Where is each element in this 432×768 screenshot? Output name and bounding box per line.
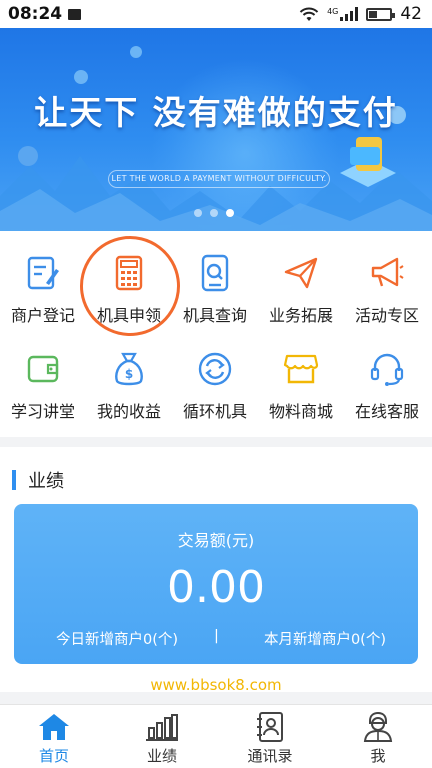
battery-icon bbox=[366, 7, 396, 21]
performance-section: 业绩 交易额(元) 0.00 今日新增商户0(个) | 本月新增商户0(个) bbox=[0, 447, 432, 692]
today-new-merchants: 今日新增商户0(个) bbox=[56, 632, 179, 648]
sd-card-icon bbox=[68, 8, 82, 20]
tab-home[interactable]: 首页 bbox=[0, 705, 108, 768]
menu-item-device-query[interactable]: 机具查询 bbox=[172, 253, 258, 326]
tab-label: 我 bbox=[370, 747, 386, 765]
register-icon bbox=[27, 256, 59, 290]
tab-label: 通讯录 bbox=[247, 747, 293, 765]
wallet-icon bbox=[27, 355, 59, 383]
menu-item-label: 机具查询 bbox=[182, 306, 247, 325]
banner-pagination bbox=[194, 209, 234, 217]
megaphone-icon bbox=[371, 257, 404, 287]
banner-subtitle: LET THE WORLD A PAYMENT WITHOUT DIFFICUL… bbox=[108, 170, 330, 188]
menu-item-label: 循环机具 bbox=[182, 402, 247, 421]
watermark: www.bbsok8.com bbox=[150, 676, 282, 694]
coin-decoration bbox=[130, 46, 142, 58]
menu-item-label: 物料商城 bbox=[268, 402, 333, 421]
section-header: 业绩 bbox=[12, 467, 64, 493]
headset-icon bbox=[370, 353, 404, 386]
menu-item-material-store[interactable]: 物料商城 bbox=[258, 349, 344, 422]
coin-decoration bbox=[74, 70, 88, 84]
menu-item-business-expand[interactable]: 业务拓展 bbox=[258, 253, 344, 326]
bottom-navigation: 首页 业绩 通讯录 我 bbox=[0, 704, 432, 768]
menu-item-label: 业务拓展 bbox=[268, 306, 333, 325]
cycle-icon bbox=[198, 352, 232, 386]
bar-chart-icon bbox=[146, 714, 178, 741]
coin-decoration bbox=[18, 146, 38, 166]
feature-menu: 商户登记 机具申领 机具查询 业务拓展 活动专区 学习讲堂 $ 我的收益 循环机… bbox=[0, 231, 432, 437]
stats-separator: | bbox=[214, 628, 219, 644]
money-bag-icon: $ bbox=[115, 352, 143, 386]
store-icon bbox=[283, 354, 319, 384]
section-title: 业绩 bbox=[28, 471, 64, 492]
tab-contacts[interactable]: 通讯录 bbox=[216, 705, 324, 768]
paper-plane-icon bbox=[284, 257, 318, 289]
battery-fill bbox=[369, 10, 378, 18]
network-type: 4G bbox=[327, 7, 339, 16]
home-icon bbox=[39, 714, 69, 740]
svg-text:$: $ bbox=[125, 367, 133, 381]
battery-percent: 42 bbox=[400, 4, 422, 24]
menu-item-label: 在线客服 bbox=[354, 402, 419, 421]
contacts-icon bbox=[257, 712, 283, 742]
transaction-card[interactable]: 交易额(元) 0.00 今日新增商户0(个) | 本月新增商户0(个) bbox=[14, 504, 418, 664]
menu-item-online-service[interactable]: 在线客服 bbox=[344, 349, 430, 422]
banner-title: 让天下 没有难做的支付 bbox=[34, 93, 398, 132]
pagination-dot[interactable] bbox=[210, 209, 218, 217]
menu-item-label: 我的收益 bbox=[96, 402, 161, 421]
tab-label: 首页 bbox=[38, 747, 69, 765]
signal-icon bbox=[340, 7, 359, 21]
menu-item-label: 商户登记 bbox=[10, 306, 75, 325]
menu-item-my-earnings[interactable]: $ 我的收益 bbox=[86, 349, 172, 422]
tab-label: 业绩 bbox=[146, 747, 177, 765]
user-icon bbox=[363, 711, 393, 742]
status-time: 08:24 bbox=[8, 4, 63, 24]
menu-item-label: 学习讲堂 bbox=[10, 402, 75, 421]
status-bar: 08:24 4G 42 bbox=[0, 0, 432, 28]
transaction-label: 交易额(元) bbox=[177, 531, 255, 550]
menu-item-activity-zone[interactable]: 活动专区 bbox=[344, 253, 430, 326]
pagination-dot-active[interactable] bbox=[226, 209, 234, 217]
menu-item-label: 活动专区 bbox=[354, 306, 419, 325]
menu-item-learning[interactable]: 学习讲堂 bbox=[0, 349, 86, 422]
promo-banner[interactable]: 让天下 没有难做的支付 LET THE WORLD A PAYMENT WITH… bbox=[0, 28, 432, 231]
wifi-icon bbox=[299, 7, 319, 21]
section-accent-bar bbox=[12, 470, 16, 490]
tab-me[interactable]: 我 bbox=[324, 705, 432, 768]
transaction-amount: 0.00 bbox=[167, 562, 265, 613]
tab-performance[interactable]: 业绩 bbox=[108, 705, 216, 768]
menu-item-merchant-register[interactable]: 商户登记 bbox=[0, 253, 86, 326]
menu-item-cycle-device[interactable]: 循环机具 bbox=[172, 349, 258, 422]
pagination-dot[interactable] bbox=[194, 209, 202, 217]
month-new-merchants: 本月新增商户0(个) bbox=[263, 632, 386, 648]
device-search-icon bbox=[201, 254, 229, 292]
